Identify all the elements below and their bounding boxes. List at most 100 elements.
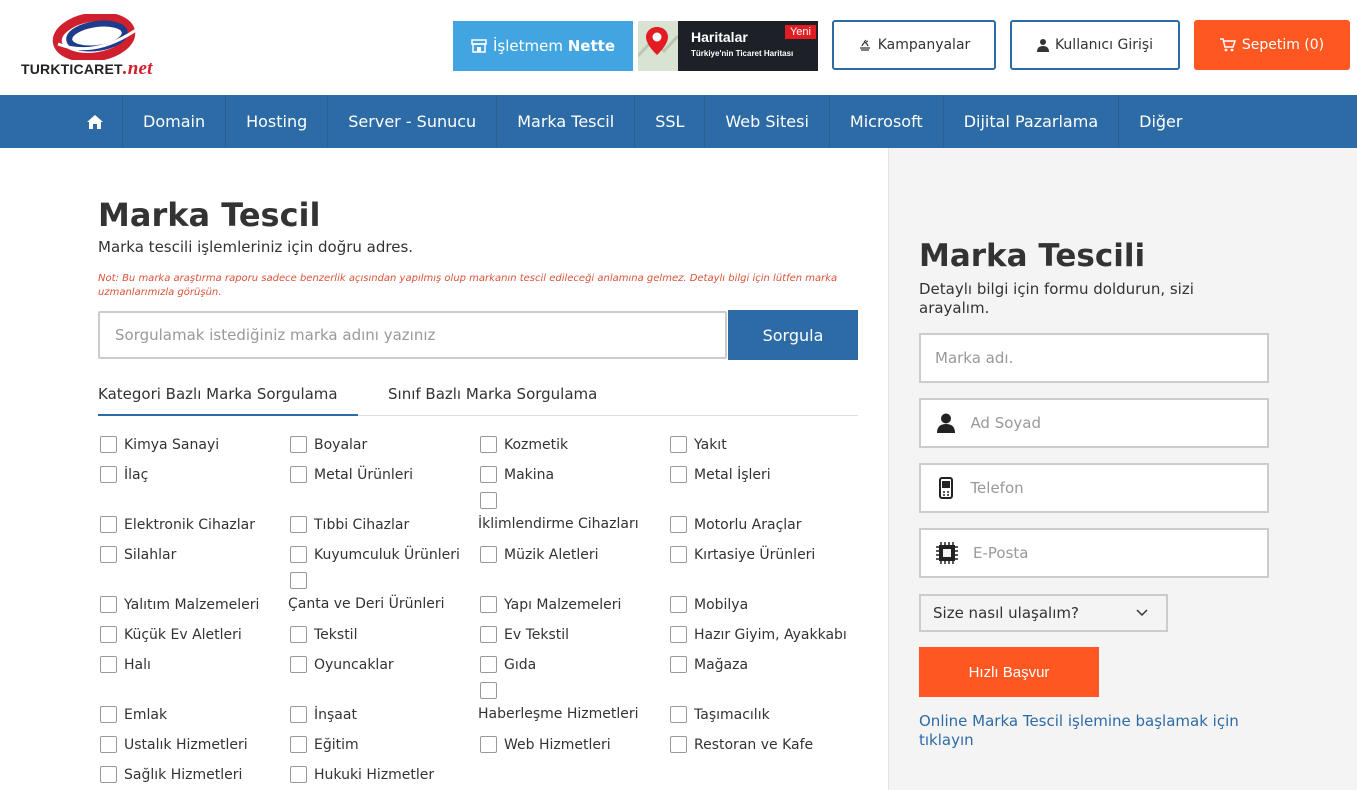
category-item[interactable]: İklimlendirme Cihazları	[478, 516, 639, 532]
checkbox[interactable]	[670, 516, 687, 533]
online-registration-link[interactable]: Online Marka Tescil işlemine başlamak iç…	[919, 712, 1279, 750]
checkbox[interactable]	[290, 706, 307, 723]
category-item[interactable]: Müzik Aletleri	[480, 546, 598, 563]
checkbox[interactable]	[100, 626, 117, 643]
nav-diger[interactable]: Diğer	[1119, 95, 1202, 148]
checkbox[interactable]	[670, 706, 687, 723]
checkbox[interactable]	[480, 436, 497, 453]
phone-field[interactable]	[919, 463, 1269, 513]
category-item[interactable]: Tekstil	[290, 626, 357, 643]
nav-microsoft[interactable]: Microsoft	[830, 95, 944, 148]
haritalar-button[interactable]: Haritalar Türkiye'nin Ticaret Haritası Y…	[638, 21, 818, 71]
checkbox[interactable]	[100, 706, 117, 723]
email-input[interactable]	[973, 544, 1267, 562]
category-item[interactable]: Elektronik Cihazlar	[100, 516, 255, 533]
category-item[interactable]: Yakıt	[670, 436, 727, 453]
category-item[interactable]: Kimya Sanayi	[100, 436, 219, 453]
kampanyalar-button[interactable]: Kampanyalar	[832, 20, 996, 70]
category-item[interactable]: Tıbbi Cihazlar	[290, 516, 409, 533]
checkbox[interactable]	[290, 766, 307, 783]
marka-field[interactable]	[919, 333, 1269, 383]
cart-button[interactable]: Sepetim (0)	[1194, 20, 1350, 70]
checkbox[interactable]	[290, 516, 307, 533]
nav-ssl[interactable]: SSL	[635, 95, 706, 148]
checkbox[interactable]	[670, 626, 687, 643]
checkbox[interactable]	[100, 466, 117, 483]
nav-marka-tescil[interactable]: Marka Tescil	[497, 95, 636, 148]
category-item[interactable]: Makina	[480, 466, 554, 483]
category-item[interactable]: Halı	[100, 656, 151, 673]
nav-dijital-pazarlama[interactable]: Dijital Pazarlama	[944, 95, 1120, 148]
category-item[interactable]: Metal Ürünleri	[290, 466, 413, 483]
checkbox[interactable]	[670, 436, 687, 453]
checkbox[interactable]	[480, 626, 497, 643]
nav-home[interactable]	[70, 95, 123, 148]
checkbox[interactable]	[290, 572, 307, 589]
checkbox[interactable]	[100, 766, 117, 783]
checkbox[interactable]	[480, 656, 497, 673]
category-item[interactable]: Silahlar	[100, 546, 176, 563]
nav-domain[interactable]: Domain	[123, 95, 227, 148]
search-button[interactable]: Sorgula	[728, 310, 858, 360]
category-item[interactable]: Restoran ve Kafe	[670, 736, 813, 753]
nav-hosting[interactable]: Hosting	[226, 95, 329, 148]
checkbox[interactable]	[480, 492, 497, 509]
tab-class-search[interactable]: Sınıf Bazlı Marka Sorgulama	[388, 381, 648, 416]
checkbox[interactable]	[290, 466, 307, 483]
category-item[interactable]: Sağlık Hizmetleri	[100, 766, 242, 783]
checkbox[interactable]	[100, 436, 117, 453]
checkbox[interactable]	[480, 466, 497, 483]
checkbox[interactable]	[100, 596, 117, 613]
nav-server[interactable]: Server - Sunucu	[328, 95, 498, 148]
category-item[interactable]: Yalıtım Malzemeleri	[100, 596, 259, 613]
checkbox[interactable]	[670, 736, 687, 753]
checkbox[interactable]	[480, 682, 497, 699]
category-item[interactable]: Ev Tekstil	[480, 626, 569, 643]
checkbox[interactable]	[670, 546, 687, 563]
login-button[interactable]: Kullanıcı Girişi	[1010, 20, 1180, 70]
brand-search-input[interactable]	[98, 311, 727, 359]
checkbox[interactable]	[100, 736, 117, 753]
checkbox[interactable]	[480, 736, 497, 753]
phone-input[interactable]	[970, 479, 1267, 497]
quick-apply-button[interactable]: Hızlı Başvur	[919, 647, 1099, 697]
category-item[interactable]: Çanta ve Deri Ürünleri	[288, 596, 444, 612]
category-item[interactable]: Web Hizmetleri	[480, 736, 611, 753]
email-field[interactable]	[919, 528, 1269, 578]
category-item[interactable]: Mağaza	[670, 656, 748, 673]
category-item[interactable]: İnşaat	[290, 706, 357, 723]
tab-category-search[interactable]: Kategori Bazlı Marka Sorgulama	[98, 381, 358, 416]
category-item[interactable]: Metal İşleri	[670, 466, 771, 483]
category-item[interactable]: Hazır Giyim, Ayakkabı	[670, 626, 847, 643]
nav-web-sitesi[interactable]: Web Sitesi	[705, 95, 830, 148]
category-item[interactable]: Boyalar	[290, 436, 367, 453]
category-item[interactable]: Küçük Ev Aletleri	[100, 626, 242, 643]
checkbox[interactable]	[480, 546, 497, 563]
category-item[interactable]: Eğitim	[290, 736, 359, 753]
checkbox[interactable]	[670, 466, 687, 483]
checkbox[interactable]	[100, 656, 117, 673]
category-item[interactable]: Motorlu Araçlar	[670, 516, 802, 533]
checkbox[interactable]	[290, 626, 307, 643]
checkbox[interactable]	[100, 516, 117, 533]
category-item[interactable]: Taşımacılık	[670, 706, 770, 723]
name-input[interactable]	[970, 414, 1267, 432]
checkbox[interactable]	[100, 546, 117, 563]
category-item[interactable]: Haberleşme Hizmetleri	[478, 706, 639, 722]
contact-method-select[interactable]: Size nasıl ulaşalım?	[919, 594, 1168, 632]
category-item[interactable]: Mobilya	[670, 596, 748, 613]
category-item[interactable]: İlaç	[100, 466, 148, 483]
checkbox[interactable]	[290, 436, 307, 453]
category-item[interactable]: Gıda	[480, 656, 536, 673]
marka-input[interactable]	[935, 349, 1267, 367]
category-item[interactable]: Emlak	[100, 706, 167, 723]
isletmem-nette-button[interactable]: İşletmem Nette	[453, 21, 633, 71]
checkbox[interactable]	[480, 596, 497, 613]
category-item[interactable]: Hukuki Hizmetler	[290, 766, 434, 783]
checkbox[interactable]	[670, 656, 687, 673]
category-item[interactable]: Kuyumculuk Ürünleri	[290, 546, 460, 563]
name-field[interactable]	[919, 398, 1269, 448]
site-logo[interactable]: TURKTICARET.net	[18, 12, 170, 79]
checkbox[interactable]	[670, 596, 687, 613]
category-item[interactable]: Kırtasiye Ürünleri	[670, 546, 815, 563]
